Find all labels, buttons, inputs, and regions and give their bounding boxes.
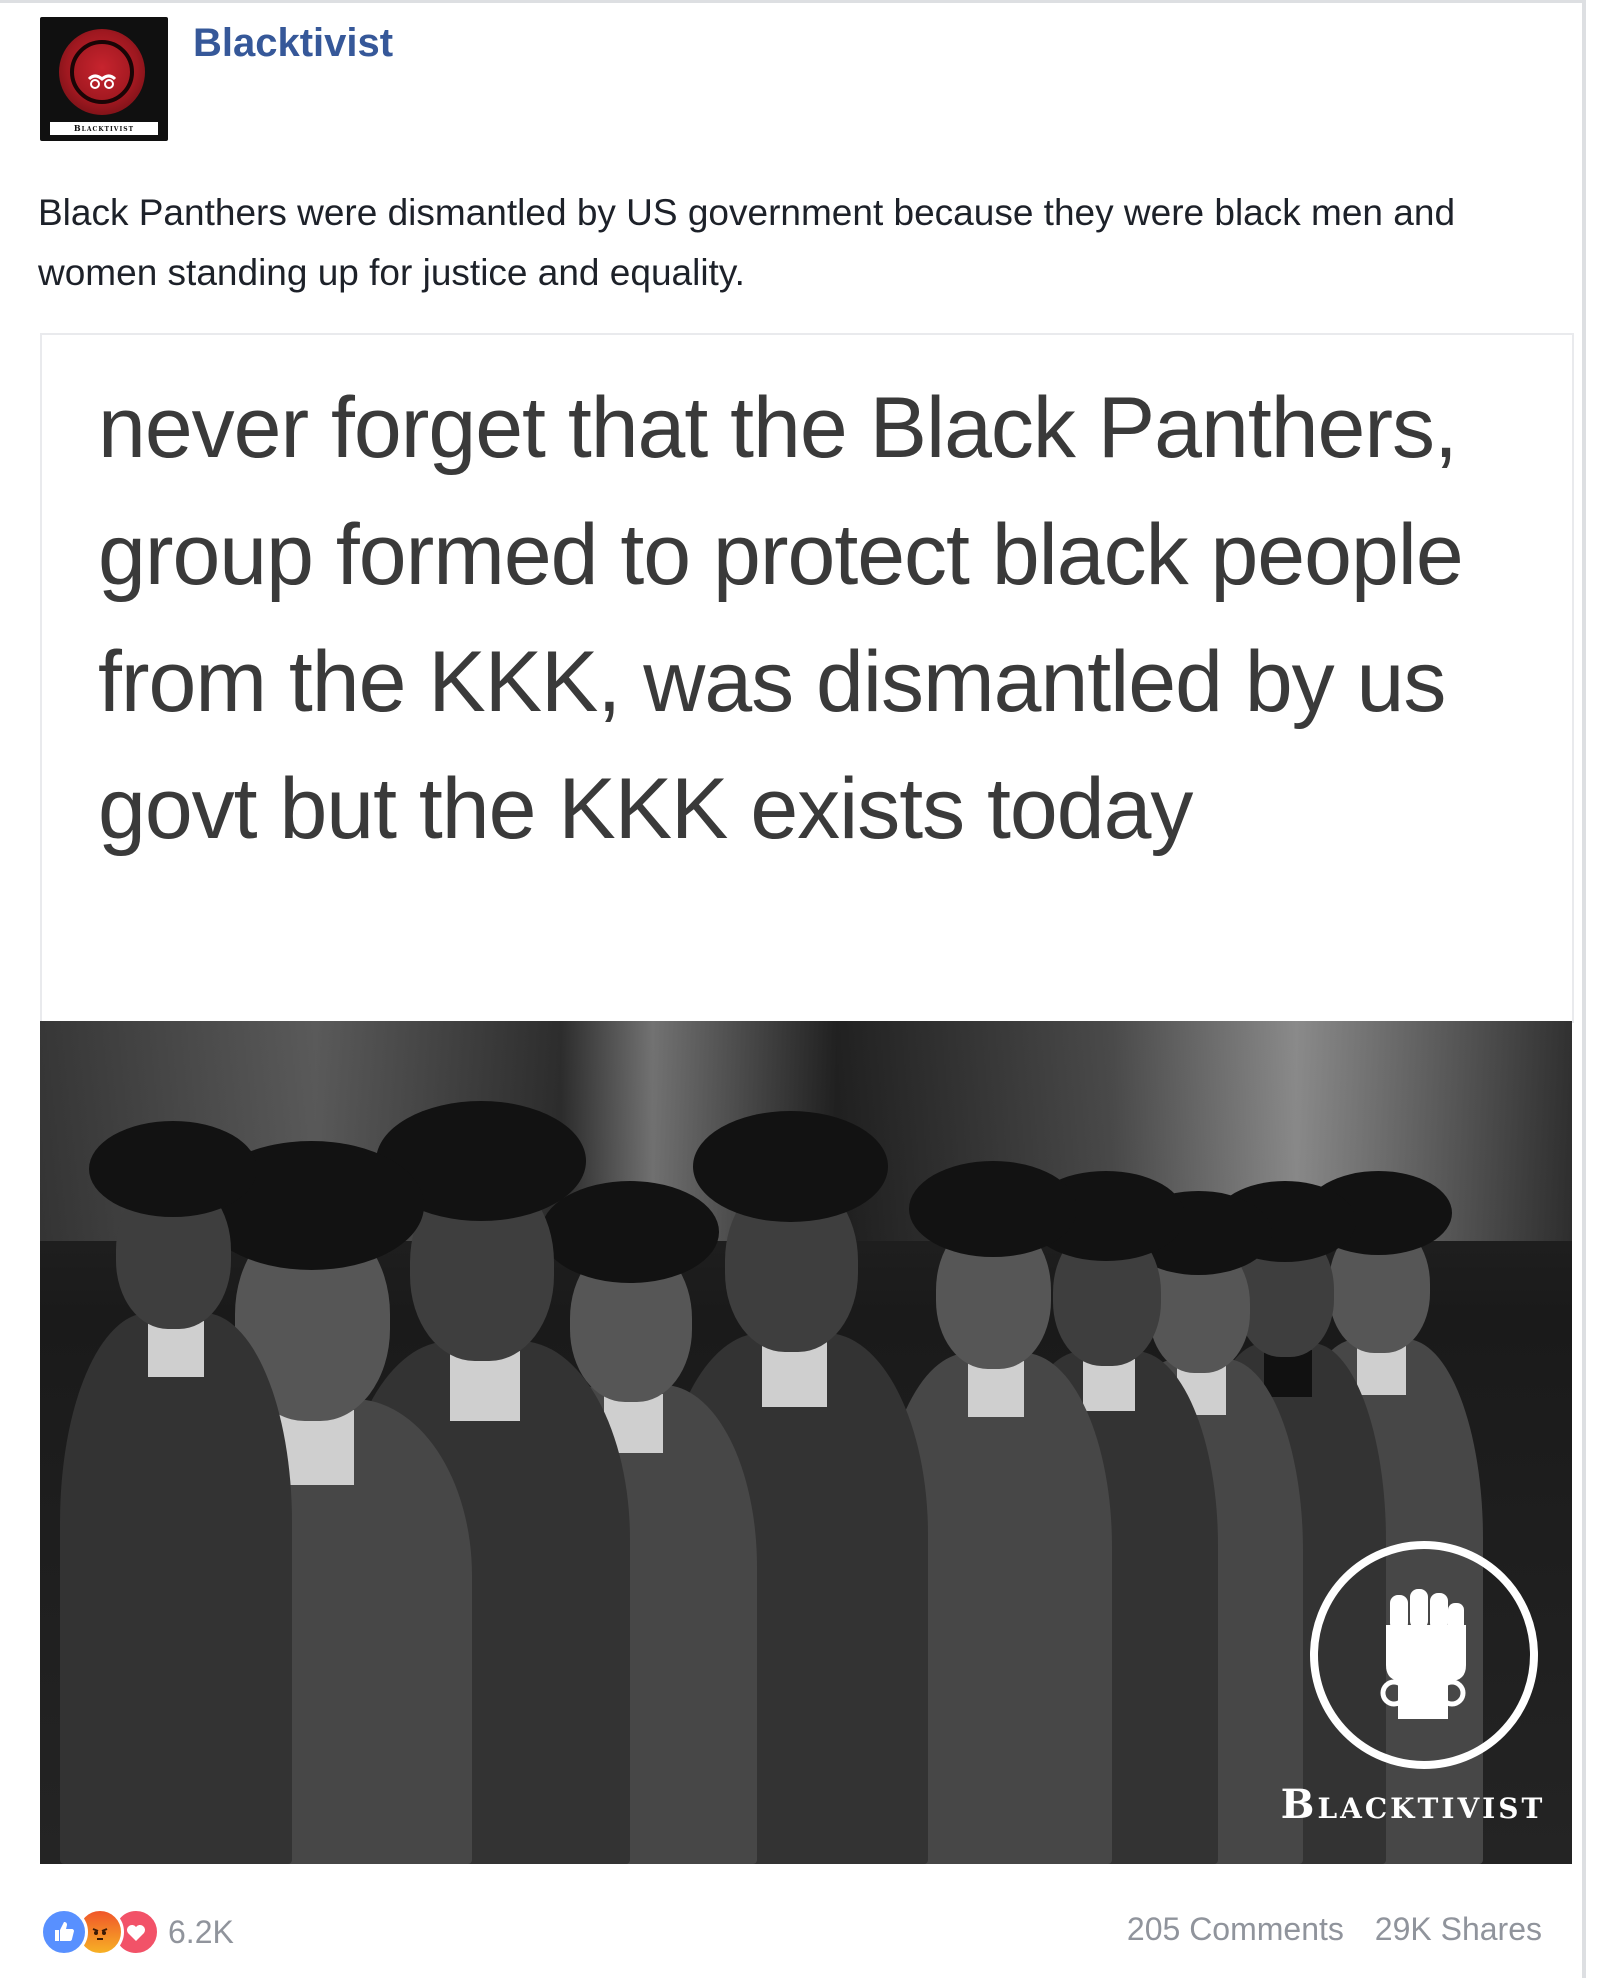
post-caption: Black Panthers were dismantled by US gov… bbox=[38, 192, 1456, 293]
comments-count-link[interactable]: 205 Comments bbox=[1127, 1911, 1344, 1947]
like-icon bbox=[40, 1908, 88, 1956]
image-text-panel[interactable]: never forget that the Black Panthers, gr… bbox=[40, 333, 1574, 1023]
post-photo[interactable]: Blacktivist bbox=[40, 1021, 1572, 1864]
engagement-stats: 205 Comments 29K Shares bbox=[1105, 1911, 1542, 1948]
image-quote-text: never forget that the Black Panthers, gr… bbox=[98, 380, 1464, 857]
avatar-fist-logo bbox=[59, 29, 145, 115]
shares-count-link[interactable]: 29K Shares bbox=[1375, 1911, 1542, 1947]
avatar-label: Blacktivist bbox=[50, 122, 158, 135]
raised-fist-icon bbox=[1380, 1589, 1466, 1719]
blacktivist-watermark bbox=[1310, 1541, 1538, 1769]
reactions-summary[interactable]: 6.2K bbox=[40, 1908, 234, 1956]
photo-person bbox=[60, 1121, 316, 1864]
page-name-link[interactable]: Blacktivist bbox=[193, 21, 393, 66]
reaction-count[interactable]: 6.2K bbox=[168, 1914, 234, 1951]
post-card: Blacktivist Blacktivist Black Panthers w… bbox=[0, 0, 1586, 1978]
page-avatar[interactable]: Blacktivist bbox=[40, 17, 168, 141]
watermark-text: Blacktivist bbox=[1280, 1781, 1546, 1828]
